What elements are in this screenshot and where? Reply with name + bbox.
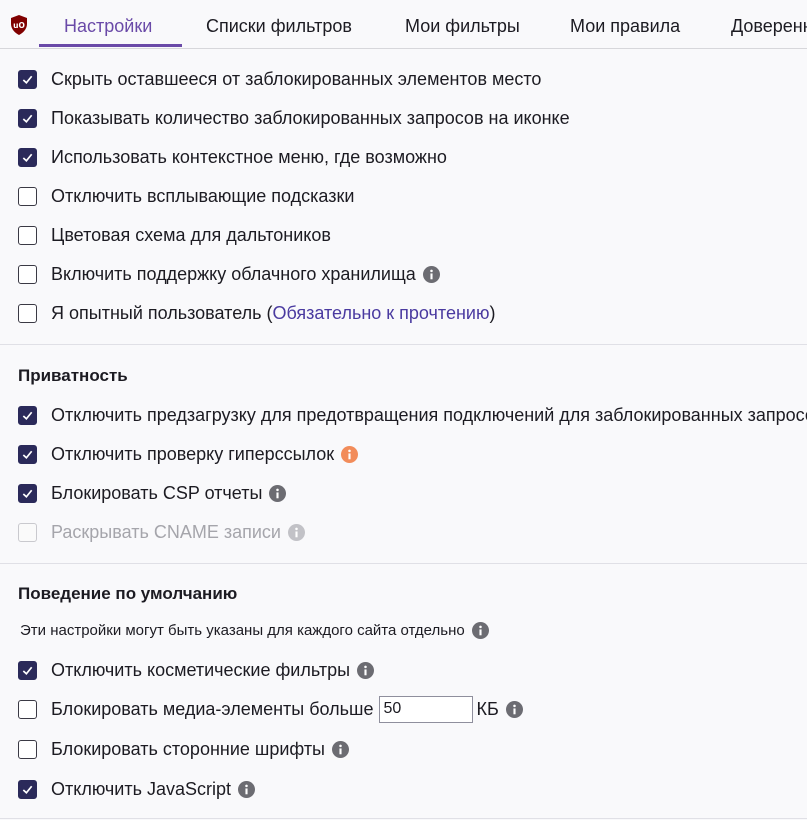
checkbox[interactable] (18, 225, 37, 245)
defaults-hint: Эти настройки могут быть указаны для каж… (20, 622, 489, 639)
checkbox[interactable] (18, 779, 37, 799)
checkbox[interactable] (18, 444, 37, 464)
tab-bar: uO Настройки Списки фильтров Мои фильтры… (0, 0, 807, 49)
media-size-input[interactable] (378, 695, 473, 723)
tab-my-rules[interactable]: Мои правила (570, 0, 680, 47)
setting-cloud-storage[interactable]: Включить поддержку облачного хранилища (18, 262, 440, 286)
section-divider (0, 344, 807, 345)
setting-icon-badge[interactable]: Показывать количество заблокированных за… (18, 106, 570, 130)
check-icon (22, 411, 33, 420)
setting-disable-prefetch[interactable]: Отключить предзагрузку для предотвращени… (18, 403, 807, 427)
checkbox[interactable] (18, 405, 37, 425)
section-divider (0, 818, 807, 819)
info-icon[interactable] (332, 740, 349, 758)
info-icon[interactable] (341, 445, 359, 463)
setting-block-csp-reports[interactable]: Блокировать CSP отчеты (18, 481, 287, 505)
setting-label-suffix: ) (489, 303, 496, 323)
setting-block-remote-fonts[interactable]: Блокировать сторонние шрифты (18, 737, 349, 761)
setting-label: Скрыть оставшееся от заблокированных эле… (51, 69, 542, 89)
check-icon (22, 489, 33, 498)
setting-block-large-media[interactable]: Блокировать медиа-элементы больше КБ (18, 695, 523, 723)
setting-advanced-user[interactable]: Я опытный пользователь (Обязательно к пр… (18, 301, 495, 325)
tab-settings[interactable]: Настройки (64, 0, 152, 47)
check-icon (22, 153, 33, 162)
setting-uncloak-cname: Раскрывать CNAME записи (18, 520, 305, 544)
info-icon[interactable] (238, 780, 256, 798)
setting-hyperlink-auditing[interactable]: Отключить проверку гиперссылок (18, 442, 359, 466)
must-read-link[interactable]: Обязательно к прочтению (272, 301, 489, 325)
checkbox[interactable] (18, 660, 37, 680)
info-icon[interactable] (422, 265, 440, 283)
setting-disable-tooltips[interactable]: Отключить всплывающие подсказки (18, 184, 354, 208)
checkbox[interactable] (18, 108, 37, 128)
setting-hide-placeholders[interactable]: Скрыть оставшееся от заблокированных эле… (18, 67, 541, 91)
setting-label: Цветовая схема для дальтоников (51, 225, 331, 245)
ublock-logo-icon: uO (11, 15, 27, 35)
info-icon[interactable] (269, 484, 287, 502)
setting-colorblind[interactable]: Цветовая схема для дальтоников (18, 223, 331, 247)
checkbox (18, 522, 37, 542)
privacy-section-title: Приватность (18, 366, 128, 385)
check-icon (22, 785, 33, 794)
hint-text: Эти настройки могут быть указаны для каж… (20, 622, 465, 639)
svg-text:uO: uO (13, 21, 25, 30)
info-icon[interactable] (505, 700, 523, 718)
size-unit: КБ (476, 699, 499, 719)
tab-my-filters[interactable]: Мои фильтры (405, 0, 520, 47)
section-divider (0, 563, 807, 564)
info-icon[interactable] (357, 661, 375, 679)
setting-label: Раскрывать CNAME записи (51, 522, 281, 542)
defaults-section-title: Поведение по умолчанию (18, 584, 238, 603)
checkbox[interactable] (18, 739, 37, 759)
setting-label: Отключить косметические фильтры (51, 660, 351, 680)
setting-context-menu[interactable]: Использовать контекстное меню, где возмо… (18, 145, 447, 169)
checkbox[interactable] (18, 303, 37, 323)
tab-trusted-sites[interactable]: Доверенные сайты (731, 0, 807, 47)
setting-label: Блокировать CSP отчеты (51, 483, 263, 503)
setting-label: Отключить предзагрузку для предотвращени… (51, 405, 807, 425)
setting-disable-javascript[interactable]: Отключить JavaScript (18, 777, 256, 801)
checkbox[interactable] (18, 69, 37, 89)
checkbox[interactable] (18, 264, 37, 284)
setting-label: Отключить всплывающие подсказки (51, 186, 355, 206)
setting-label: Я опытный пользователь ( (51, 303, 273, 323)
setting-label: Включить поддержку облачного хранилища (51, 264, 416, 284)
tab-filter-lists[interactable]: Списки фильтров (206, 0, 352, 47)
setting-label: Отключить проверку гиперссылок (51, 444, 335, 464)
setting-label: Показывать количество заблокированных за… (51, 108, 570, 128)
checkbox[interactable] (18, 699, 37, 719)
setting-label: Блокировать медиа-элементы больше (51, 699, 374, 719)
checkbox[interactable] (18, 186, 37, 206)
setting-label: Использовать контекстное меню, где возмо… (51, 147, 447, 167)
setting-no-cosmetic-filtering[interactable]: Отключить косметические фильтры (18, 658, 375, 682)
check-icon (22, 114, 33, 123)
checkbox[interactable] (18, 483, 37, 503)
setting-label: Отключить JavaScript (51, 779, 232, 799)
info-icon[interactable] (471, 622, 489, 639)
check-icon (22, 666, 33, 675)
info-icon[interactable] (287, 523, 305, 541)
check-icon (22, 75, 33, 84)
checkbox[interactable] (18, 147, 37, 167)
check-icon (22, 450, 33, 459)
setting-label: Блокировать сторонние шрифты (51, 739, 325, 759)
active-tab-indicator (39, 44, 182, 47)
